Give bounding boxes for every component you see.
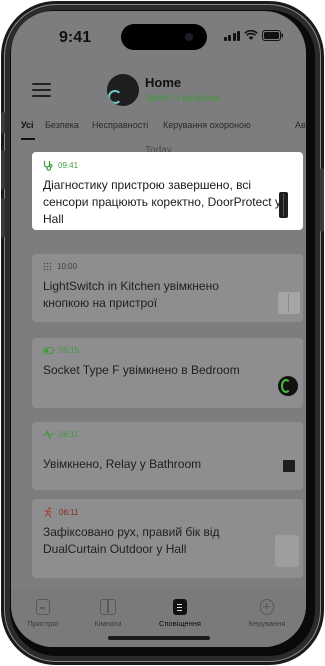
tab-all[interactable]: Усі xyxy=(21,120,34,130)
status-time: 9:41 xyxy=(59,29,92,46)
running-person-icon xyxy=(44,507,52,518)
home-indicator xyxy=(108,636,210,640)
lightswitch-device-icon xyxy=(278,292,300,314)
notification-message: LightSwitch in Kitchen увімкнено кнопкою… xyxy=(43,279,219,310)
socket-device-icon xyxy=(278,376,298,396)
notification-meta: 09:15 xyxy=(43,346,79,355)
nav-notifications[interactable]: Сповіщення xyxy=(150,599,210,628)
wifi-icon xyxy=(244,30,258,40)
volume-down-button xyxy=(1,198,5,238)
notification-message: Діагностику пристрою завершено, всі сенс… xyxy=(43,178,281,226)
tab-malfunctions[interactable]: Несправності xyxy=(92,120,148,130)
stethoscope-icon xyxy=(43,161,53,171)
nav-control[interactable]: Керування xyxy=(237,599,297,628)
notification-time: 06:11 xyxy=(59,508,79,517)
nav-notifications-label: Сповіщення xyxy=(159,619,201,628)
nav-rooms-label: Кімнати xyxy=(94,619,122,628)
relay-device-icon xyxy=(283,460,295,472)
notification-message: Зафіксовано рух, правий бік від DualCurt… xyxy=(43,525,220,556)
notification-meta: 06:11 xyxy=(43,507,78,518)
filter-tabs: Усі Безпека Несправності Керування охоро… xyxy=(11,115,306,141)
tab-arming[interactable]: Керування охороною xyxy=(163,120,251,130)
volume-up-button xyxy=(1,150,5,190)
dynamic-island xyxy=(121,24,207,50)
cellular-signal-icon xyxy=(223,31,240,41)
dualcurtain-device-icon xyxy=(275,535,299,567)
notification-time: 09:15 xyxy=(59,346,80,355)
notification-card[interactable]: 06:11 Увімкнено, Relay у Bathroom xyxy=(32,422,303,490)
notification-meta: 10:00 xyxy=(43,262,77,271)
notification-card[interactable]: 06:11 Зафіксовано рух, правий бік від Du… xyxy=(32,499,303,578)
status-icons xyxy=(223,30,285,41)
notification-card[interactable]: 09:41 Діагностику пристрою завершено, вс… xyxy=(32,152,303,230)
nav-control-label: Керування xyxy=(248,619,286,628)
control-icon xyxy=(260,599,274,615)
power-button xyxy=(320,168,324,232)
tab-automation[interactable]: Ав xyxy=(295,120,306,130)
battery-icon xyxy=(262,30,283,41)
notification-time: 09:41 xyxy=(58,161,79,170)
app-screen: 9:41 Home Знято з охорони Усі Безпека Не… xyxy=(11,11,306,647)
keypad-dots-icon xyxy=(43,262,52,271)
security-status: Знято з охорони xyxy=(145,93,221,104)
notification-message: Socket Type F увімкнено в Bedroom xyxy=(43,363,240,377)
notification-card[interactable]: 10:00 LightSwitch in Kitchen увімкнено к… xyxy=(32,254,303,322)
tab-security[interactable]: Безпека xyxy=(45,120,79,130)
pulse-icon xyxy=(43,430,54,439)
nav-rooms[interactable]: Кімнати xyxy=(78,599,138,628)
notification-time: 10:00 xyxy=(57,262,78,271)
menu-icon[interactable] xyxy=(32,83,51,101)
hub-name[interactable]: Home xyxy=(145,75,181,90)
doorprotect-device-icon xyxy=(279,192,288,218)
hub-avatar[interactable] xyxy=(107,74,139,106)
rooms-icon xyxy=(100,599,116,615)
notification-message: Увімкнено, Relay у Bathroom xyxy=(43,457,202,471)
status-bar: 9:41 xyxy=(11,11,306,61)
app-header: Home Знято з охорони xyxy=(11,61,306,111)
notification-meta: 06:11 xyxy=(43,430,78,439)
notification-time: 06:11 xyxy=(59,430,79,439)
notification-meta: 09:41 xyxy=(43,160,78,171)
toggle-icon xyxy=(43,347,54,354)
mute-switch xyxy=(1,112,5,134)
active-tab-indicator xyxy=(21,138,35,140)
nav-devices[interactable]: Пристрої xyxy=(13,599,73,628)
notifications-icon xyxy=(173,599,187,615)
device-icon xyxy=(36,599,50,615)
nav-devices-label: Пристрої xyxy=(27,619,59,628)
notification-card[interactable]: 09:15 Socket Type F увімкнено в Bedroom xyxy=(32,338,303,408)
